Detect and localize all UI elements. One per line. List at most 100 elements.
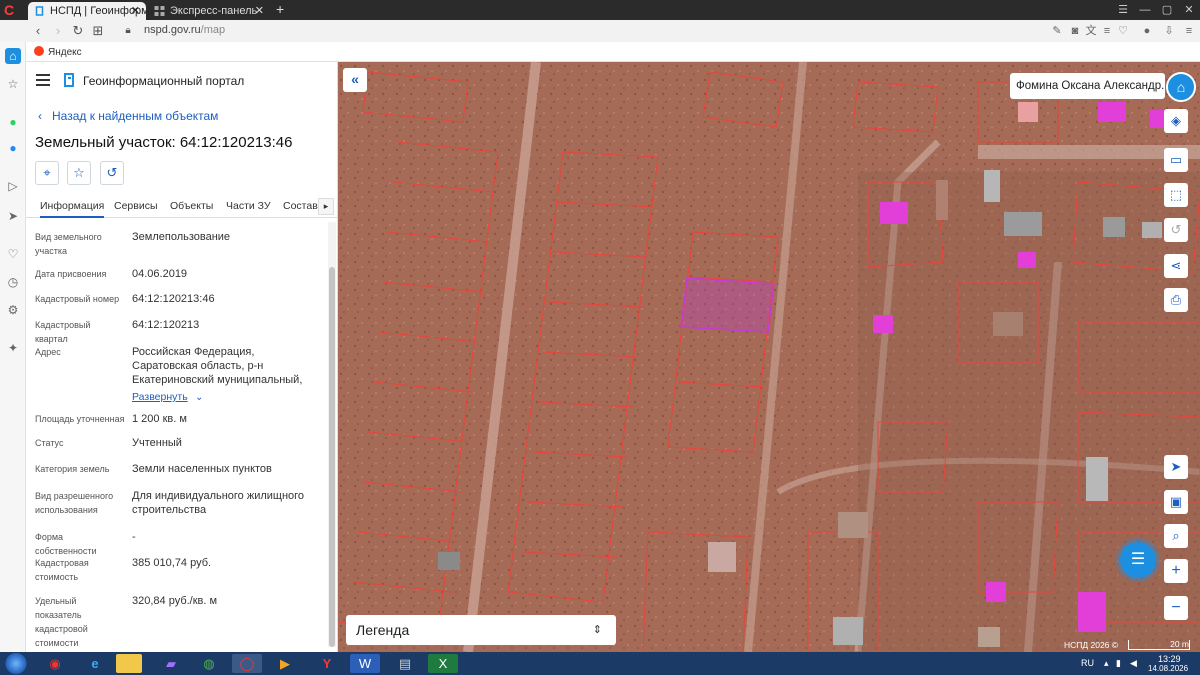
video-player-icon[interactable]: ▶: [270, 654, 300, 673]
new-tab-icon[interactable]: +: [276, 1, 284, 17]
panel-scrollbar-thumb[interactable]: [329, 267, 335, 647]
nspd-logo-icon[interactable]: ⌂: [1166, 72, 1196, 102]
grid-icon[interactable]: ⊞: [90, 22, 106, 40]
ruler-icon[interactable]: ▭: [1164, 148, 1188, 172]
attr-value: 64:12:120213:46: [132, 293, 215, 305]
camera-icon[interactable]: ◙: [1068, 24, 1082, 38]
tab-express-panel[interactable]: Экспресс-панель ✕: [148, 2, 270, 20]
network-icon[interactable]: ▮: [1116, 658, 1121, 669]
excel-icon[interactable]: X: [428, 654, 458, 673]
bookmark-yandex[interactable]: Яндекс: [34, 46, 82, 58]
vk-icon[interactable]: ●: [5, 140, 21, 156]
locate-object-button[interactable]: ⌖: [35, 161, 59, 185]
back-arrow-icon[interactable]: ‹: [30, 22, 46, 40]
map-view[interactable]: « Фомина Оксана Александр... ⌂ ◈ ▭ ⬚ ↺ ⋖…: [338, 62, 1200, 652]
forward-arrow-icon[interactable]: ›: [50, 22, 66, 40]
tab-composition[interactable]: Состав: [283, 200, 318, 212]
tab-parts[interactable]: Части ЗУ: [226, 200, 271, 212]
tray-arrow-icon[interactable]: ▴: [1104, 658, 1109, 669]
language-indicator[interactable]: RU: [1081, 658, 1094, 668]
chrome-icon[interactable]: ◍: [194, 654, 224, 673]
collapse-panel-button[interactable]: «: [343, 68, 367, 92]
clock-icon[interactable]: ◷: [5, 274, 21, 290]
start-button[interactable]: [3, 652, 29, 675]
profile-icon[interactable]: ●: [1140, 24, 1154, 38]
word-icon[interactable]: W: [350, 654, 380, 673]
minimap-icon[interactable]: ▣: [1164, 490, 1188, 514]
reader-icon[interactable]: ≡: [1100, 24, 1114, 38]
select-area-icon[interactable]: ⬚: [1164, 183, 1188, 207]
star-icon[interactable]: ☆: [5, 76, 21, 92]
close-window-icon[interactable]: ✕: [1178, 0, 1200, 20]
maximize-icon[interactable]: ▢: [1156, 0, 1178, 20]
heart-icon[interactable]: ♡: [1116, 24, 1130, 38]
clock-date[interactable]: 14.08.2026: [1148, 664, 1188, 673]
zoom-in-button[interactable]: +: [1164, 559, 1188, 583]
chevron-left-icon: ‹: [38, 109, 42, 123]
close-tab-icon[interactable]: ✕: [255, 2, 264, 20]
nspd-favicon-icon: [35, 6, 44, 16]
minimize-icon[interactable]: —: [1134, 0, 1156, 20]
layers-icon[interactable]: ◈: [1164, 109, 1188, 133]
clock-time[interactable]: 13:29: [1158, 654, 1181, 664]
attr-label: Статус: [35, 438, 64, 448]
folder-icon[interactable]: [116, 654, 142, 673]
download-icon[interactable]: ⇩: [1162, 24, 1176, 38]
print-icon[interactable]: ⎙: [1164, 288, 1188, 312]
tabs-next-arrow-icon[interactable]: ▸: [318, 198, 334, 215]
send-icon[interactable]: ➤: [5, 208, 21, 224]
reload-icon[interactable]: ↻: [70, 22, 86, 40]
selected-parcel[interactable]: [680, 277, 775, 333]
history-icon: ↺: [106, 165, 118, 180]
lock-icon[interactable]: 🔒︎: [120, 22, 136, 40]
bulb-icon[interactable]: ✦: [5, 340, 21, 356]
home-icon[interactable]: ⌂: [5, 48, 21, 64]
whatsapp-icon[interactable]: ●: [5, 114, 21, 130]
satellite-map[interactable]: [338, 62, 1200, 652]
url-field[interactable]: nspd.gov.ru/map: [144, 24, 225, 36]
tab-objects[interactable]: Объекты: [170, 200, 213, 212]
menu-icon[interactable]: ≡: [1182, 24, 1196, 38]
screen-app-icon[interactable]: ◉: [40, 654, 70, 673]
attr-value: 320,84 руб./кв. м: [132, 595, 218, 607]
settings-icon[interactable]: ⚙: [5, 302, 21, 318]
attr-label: Вид разрешенного использования: [35, 491, 114, 515]
browser-logo-icon[interactable]: С: [4, 2, 22, 18]
tab-menu-icon[interactable]: ☰: [1112, 0, 1134, 20]
user-name-button[interactable]: Фомина Оксана Александр...: [1010, 73, 1165, 99]
search-location-icon[interactable]: ⌕: [1164, 524, 1188, 548]
translate-icon[interactable]: 文: [1084, 24, 1098, 38]
edit-icon[interactable]: ✎: [1050, 24, 1064, 38]
heart-icon[interactable]: ♡: [5, 246, 21, 262]
address-bar: ‹ › ↻ ⊞ 🔒︎ nspd.gov.ru/map ✎ ◙ 文 ≡ ♡ ● ⇩…: [0, 20, 1200, 42]
history-button[interactable]: ↺: [100, 161, 124, 185]
bookmark-label: Яндекс: [48, 47, 82, 58]
info-panel: Геоинформационный портал ‹ Назад к найден…: [26, 62, 338, 652]
favorite-button[interactable]: ☆: [67, 161, 91, 185]
tab-information[interactable]: Информация: [40, 200, 105, 218]
chat-button[interactable]: ☰: [1120, 542, 1156, 578]
media-icon[interactable]: ▰: [156, 654, 186, 673]
close-tab-icon[interactable]: ✕: [131, 2, 140, 20]
scale-label: 20 m: [1170, 639, 1189, 649]
grid-icon: [154, 6, 165, 16]
volume-icon[interactable]: ◀: [1130, 658, 1137, 669]
scanner-icon[interactable]: ▤: [390, 654, 420, 673]
tab-nspd[interactable]: НСПД | Геоинформацион ✕: [28, 2, 146, 20]
yandex-browser-icon[interactable]: Y: [312, 654, 342, 673]
zoom-out-button[interactable]: −: [1164, 596, 1188, 620]
hamburger-menu-icon[interactable]: [36, 74, 50, 86]
tab-services[interactable]: Сервисы: [114, 200, 158, 212]
url-host: nspd.gov.ru: [144, 24, 201, 36]
attr-label: Адрес: [35, 347, 61, 357]
opera-icon[interactable]: ◯: [232, 654, 262, 673]
share-icon[interactable]: ⋖: [1164, 254, 1188, 278]
back-to-results-link[interactable]: ‹ Назад к найденным объектам: [38, 109, 218, 123]
geolocation-icon[interactable]: ➤: [1164, 455, 1188, 479]
legend-dropdown[interactable]: Легенда ⇕: [346, 615, 616, 645]
expand-address-link[interactable]: Развернуть ⌄: [132, 389, 203, 403]
history-icon[interactable]: ↺: [1164, 218, 1188, 242]
play-icon[interactable]: ▷: [5, 178, 21, 194]
bookmarks-bar: Яндекс: [26, 42, 1200, 62]
ie-icon[interactable]: e: [80, 654, 110, 673]
